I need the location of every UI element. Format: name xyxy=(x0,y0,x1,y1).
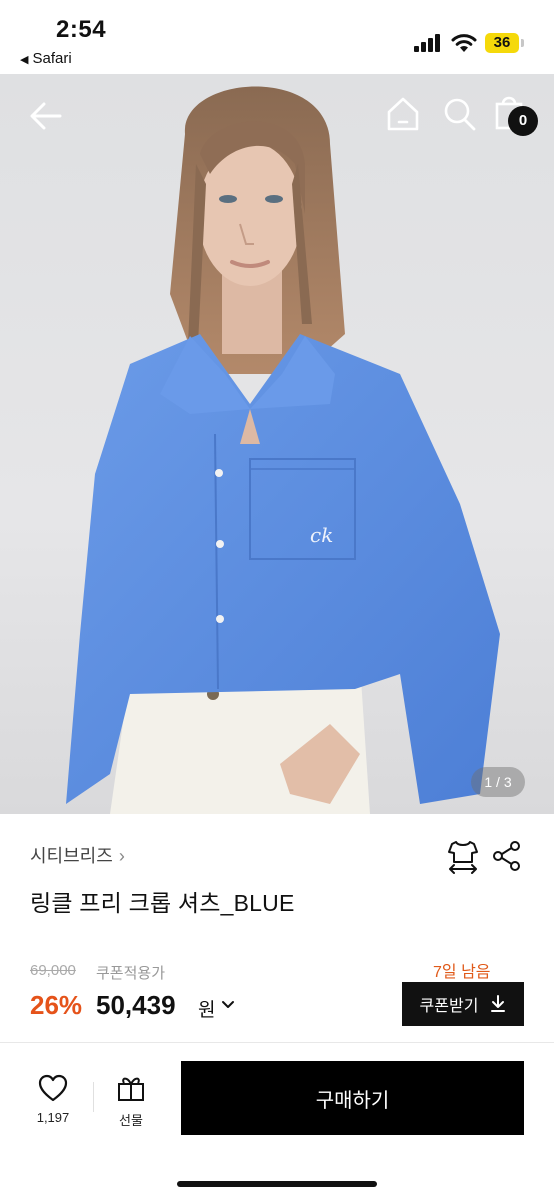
share-icon[interactable] xyxy=(492,840,522,872)
gift-icon xyxy=(118,1077,144,1101)
get-coupon-label: 쿠폰받기 xyxy=(419,998,479,1015)
brand-name: 시티브리즈 xyxy=(30,846,113,866)
gift-label: 선물 xyxy=(119,1113,143,1128)
hero-navigation xyxy=(0,92,554,152)
currency-label: 원 xyxy=(198,1000,216,1021)
heart-icon xyxy=(38,1074,68,1102)
bag-count-badge: 0 xyxy=(508,106,538,136)
product-image-carousel[interactable]: ck 1 / 3 xyxy=(0,74,554,814)
buy-button[interactable]: 구매하기 xyxy=(181,1061,524,1135)
battery-icon: 36 xyxy=(485,33,519,53)
image-pager-indicator: 1 / 3 xyxy=(471,767,525,797)
product-photo: ck xyxy=(66,86,500,814)
chevron-right-icon: › xyxy=(118,846,125,866)
coupon-applied-label: 쿠폰적용가 xyxy=(96,965,166,982)
brand-link[interactable]: 시티브리즈 › xyxy=(30,842,125,868)
like-button[interactable]: 1,197 xyxy=(30,1074,76,1130)
home-indicator[interactable] xyxy=(177,1181,377,1187)
coupon-days-left: 7일 남음 xyxy=(433,964,491,981)
back-triangle-icon: ◀ xyxy=(20,54,29,66)
battery-tip xyxy=(521,39,524,47)
bottom-bar-separator xyxy=(93,1082,94,1112)
home-icon[interactable] xyxy=(386,94,420,134)
back-app-label: Safari xyxy=(32,50,72,67)
original-price: 69,000 xyxy=(30,962,76,979)
svg-text:ck: ck xyxy=(310,523,333,547)
cellular-signal-icon xyxy=(414,34,442,52)
wifi-icon xyxy=(451,34,477,52)
product-title: 링클 프리 크롭 셔츠_BLUE xyxy=(30,890,295,916)
search-icon[interactable] xyxy=(441,94,477,134)
download-icon xyxy=(491,995,506,1012)
price-detail-chevron-down-icon[interactable] xyxy=(221,996,235,1012)
back-to-safari-link[interactable]: ◀ Safari xyxy=(20,50,72,67)
size-guide-icon[interactable] xyxy=(446,838,480,874)
get-coupon-button[interactable]: 쿠폰받기 xyxy=(402,982,524,1026)
status-time: 2:54 xyxy=(56,16,107,43)
sale-price: 50,439 xyxy=(96,990,176,1020)
like-count: 1,197 xyxy=(36,1110,70,1125)
status-bar: 2:54 ◀ Safari 36 xyxy=(0,0,554,74)
back-arrow-icon[interactable] xyxy=(26,96,66,136)
section-divider xyxy=(0,1042,554,1043)
gift-button[interactable]: 선물 xyxy=(108,1074,154,1130)
discount-rate: 26% xyxy=(30,990,83,1020)
